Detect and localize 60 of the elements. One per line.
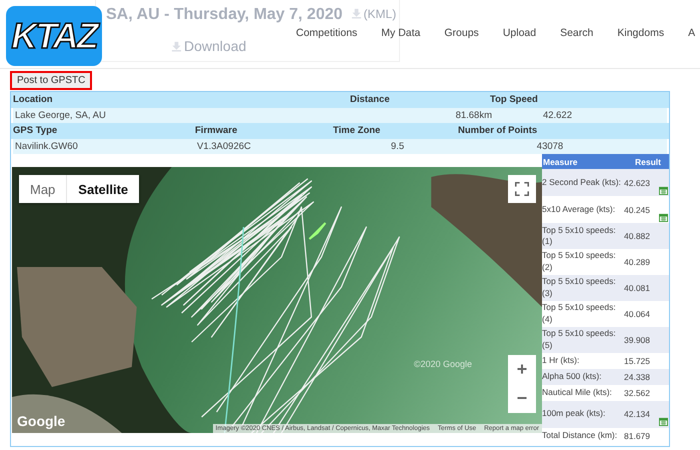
nav-link[interactable]: A <box>688 27 696 39</box>
measure-label: 1 Hr (kts): <box>542 354 580 366</box>
page-title: SA, AU - Thursday, May 7, 2020 <box>106 6 343 24</box>
result-value: 24.338 <box>624 372 651 382</box>
table-cell-text: 42.622 <box>542 110 573 121</box>
nav-link[interactable]: Upload <box>502 27 536 39</box>
result-value: 15.725 <box>624 356 651 366</box>
measure-label: Alpha 500 (kts): <box>542 370 603 382</box>
measure-label: 100m peak (kts): <box>542 408 606 420</box>
download-icon <box>171 40 182 52</box>
result-value: 40.064 <box>624 308 651 319</box>
calendar-icon[interactable] <box>659 417 668 426</box>
measure-label: Nautical Mile (kts): <box>542 386 613 398</box>
result-value: 40.081 <box>624 282 651 293</box>
table-cell-text: Lake George, SA, AU <box>15 110 107 121</box>
result-value: 39.908 <box>624 334 651 345</box>
nav-link[interactable]: Kingdoms <box>617 27 664 39</box>
result-value: 32.562 <box>624 388 651 398</box>
calendar-icon[interactable] <box>659 212 668 222</box>
column-header: Measure <box>543 156 578 166</box>
table-cell-text: 81.68km <box>454 110 492 121</box>
measure-label: Top 5 5x10 speeds: (5) <box>542 328 617 352</box>
table-cell-text: 9.5 <box>390 140 406 152</box>
result-value: 42.623 <box>624 178 651 188</box>
result-value: 40.882 <box>624 230 651 241</box>
measure-label: Top 5 5x10 speeds: (2) <box>542 250 617 274</box>
column-header: Location <box>13 94 54 106</box>
column-header: GPS Type <box>13 125 58 136</box>
result-value: 40.289 <box>624 256 651 267</box>
column-header: Top Speed <box>490 94 539 106</box>
column-header: Result <box>635 156 661 166</box>
column-header: Firmware <box>195 125 238 136</box>
fullscreen-button[interactable] <box>508 175 536 203</box>
measure-label: Top 5 5x10 speeds: (4) <box>542 302 617 326</box>
table-cell-text: 43078 <box>536 140 564 152</box>
result-value: 81.679 <box>624 430 651 441</box>
column-header: Distance <box>350 94 391 106</box>
download-icon <box>350 8 362 19</box>
result-value: 40.245 <box>624 204 651 214</box>
column-header: Number of Points <box>458 125 538 136</box>
nav-link[interactable]: My Data <box>381 27 420 39</box>
measure-label: 5x10 Average (kts): <box>542 204 616 216</box>
map-type-tab[interactable]: Satellite <box>66 175 140 203</box>
fullscreen-icon <box>515 182 529 196</box>
result-value: 42.134 <box>624 409 651 420</box>
table-cell-text: Navilink.GW60 <box>15 140 79 152</box>
measure-label: 2 Second Peak (kts): <box>542 176 622 188</box>
nav-link[interactable]: Competitions <box>296 27 358 39</box>
measure-label: Top 5 5x10 speeds: (1) <box>542 224 617 248</box>
post-to-gpstc-button[interactable]: Post to GPSTC <box>10 70 92 90</box>
map-watermark: ©2020 Google <box>414 359 472 369</box>
nav-link[interactable]: Search <box>560 27 594 39</box>
calendar-icon[interactable] <box>659 186 668 194</box>
google-logo: Google <box>17 413 66 429</box>
measure-label: Total Distance (km): <box>542 430 618 442</box>
column-header: Time Zone <box>333 125 382 136</box>
map-type-tab[interactable]: Map <box>19 175 66 203</box>
table-cell-text: V1.3A0926C <box>197 140 252 152</box>
nav-link[interactable]: Groups <box>444 27 479 39</box>
measure-label: Top 5 5x10 speeds: (3) <box>542 276 617 300</box>
